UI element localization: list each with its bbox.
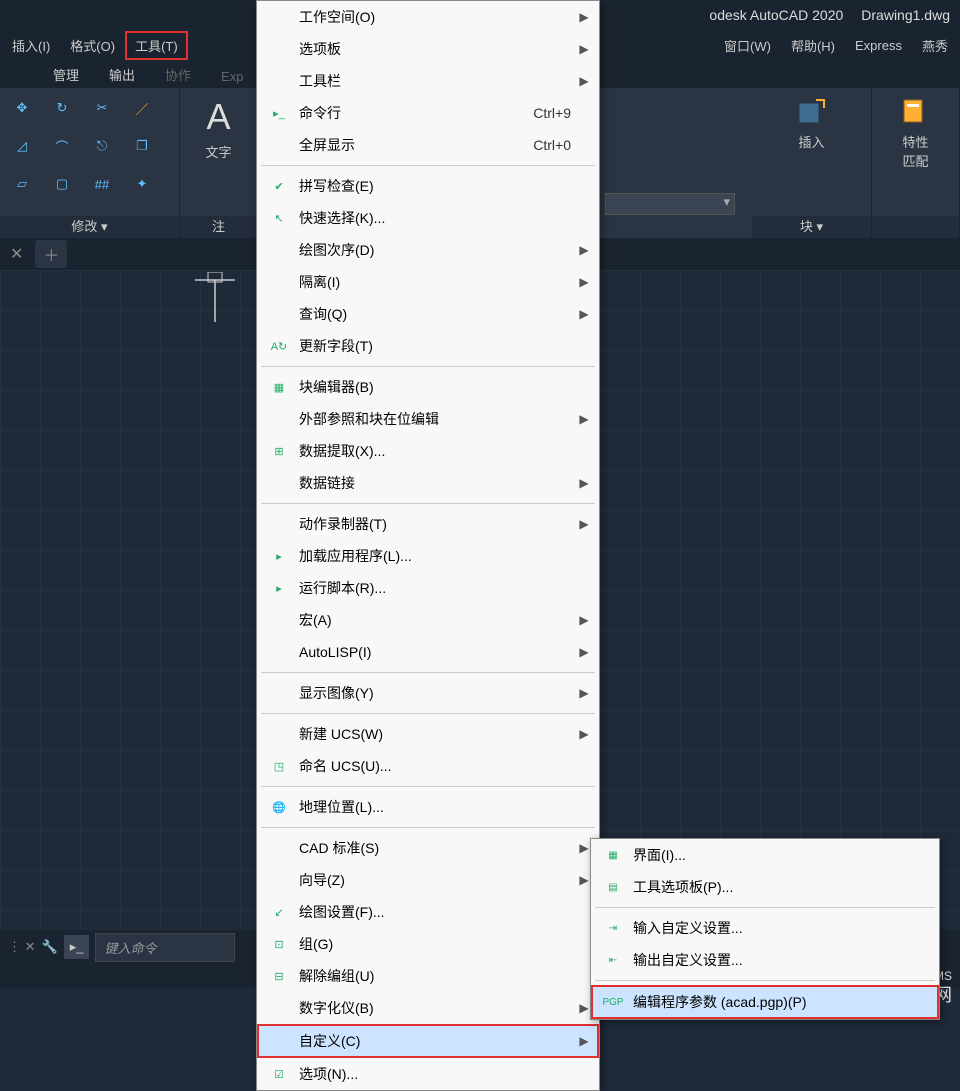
menu-item[interactable]: AutoLISP(I)▶	[257, 636, 599, 668]
move-icon[interactable]: ✥	[6, 92, 38, 124]
menu-item[interactable]: 隔离(I)▶	[257, 266, 599, 298]
tab-manage[interactable]: 管理	[43, 61, 89, 88]
menu-item[interactable]: ⊞数据提取(X)...	[257, 435, 599, 467]
menu-item[interactable]: 动作录制器(T)▶	[257, 508, 599, 540]
menu-item[interactable]: 🌐地理位置(L)...	[257, 791, 599, 823]
rotate-icon[interactable]: ↻	[46, 92, 78, 124]
menu-item[interactable]: ▸运行脚本(R)...	[257, 572, 599, 604]
menu-item[interactable]: 绘图次序(D)▶	[257, 234, 599, 266]
submenu-item[interactable]: ▦界面(I)...	[591, 839, 939, 871]
menu-item[interactable]: ☑选项(N)...	[257, 1058, 599, 1090]
menu-item[interactable]: 向导(Z)▶	[257, 864, 599, 896]
offset-icon[interactable]: ⎋	[86, 130, 118, 162]
menu-item[interactable]: 数字化仪(B)▶	[257, 992, 599, 1024]
close-tab-icon[interactable]: ✕	[10, 244, 23, 264]
panel-text: A 文字 注	[180, 88, 258, 238]
app-title: odesk AutoCAD 2020	[709, 7, 843, 23]
menu-yanxiu[interactable]: 燕秀	[912, 31, 958, 60]
panel-block-label[interactable]: 块 ▾	[752, 216, 871, 238]
menu-item[interactable]: CAD 标准(S)▶	[257, 832, 599, 864]
menu-window[interactable]: 窗口(W)	[714, 31, 781, 60]
cmd-prompt-icon: ▸_	[64, 935, 90, 959]
submenu-item[interactable]: ▤工具选项板(P)...	[591, 871, 939, 903]
panel-annot-label: 注	[180, 216, 257, 238]
tab-output[interactable]: 输出	[99, 61, 145, 88]
menu-item[interactable]: 选项板▶	[257, 33, 599, 65]
menu-item[interactable]: 全屏显示Ctrl+0	[257, 129, 599, 161]
matchprop-button[interactable]: 特性 匹配	[878, 92, 953, 174]
wrench-icon[interactable]: 🔧	[42, 939, 58, 955]
layer-dropdown[interactable]	[605, 193, 735, 215]
command-input[interactable]: 键入命令	[95, 933, 235, 962]
menu-help[interactable]: 帮助(H)	[781, 31, 845, 60]
customize-submenu: ▦界面(I)...▤工具选项板(P)... ⇥输入自定义设置...⇤输出自定义设置…	[590, 838, 940, 1020]
tools-menu: 工作空间(O)▶选项板▶工具栏▶▸_命令行Ctrl+9全屏显示Ctrl+0 ✔拼写…	[256, 0, 600, 1091]
scale-icon[interactable]: ▢	[46, 168, 78, 200]
menu-item[interactable]: 新建 UCS(W)▶	[257, 718, 599, 750]
menu-item[interactable]: ▸加载应用程序(L)...	[257, 540, 599, 572]
menu-item[interactable]: 宏(A)▶	[257, 604, 599, 636]
menu-item[interactable]: A↻更新字段(T)	[257, 330, 599, 362]
explode-icon[interactable]: ✦	[126, 168, 158, 200]
menu-item[interactable]: ▦块编辑器(B)	[257, 371, 599, 403]
menu-item[interactable]: 查询(Q)▶	[257, 298, 599, 330]
menu-item[interactable]: ↖快速选择(K)...	[257, 202, 599, 234]
menu-item[interactable]: ◳命名 UCS(U)...	[257, 750, 599, 782]
submenu-item[interactable]: ⇥输入自定义设置...	[591, 912, 939, 944]
menu-express[interactable]: Express	[845, 33, 912, 58]
add-tab-icon[interactable]: ＋	[35, 240, 67, 268]
cmd-handle-icon[interactable]: ⋮ ✕	[8, 939, 36, 955]
panel-modify: ✥ ↻ ✂ ／ ◿ ⌒ ⎋ ❐ ▱ ▢ ## ✦ 修改 ▾	[0, 88, 180, 238]
panel-block: 插入 块 ▾	[752, 88, 872, 238]
insert-button[interactable]: 插入	[758, 92, 865, 155]
menu-item[interactable]: 工具栏▶	[257, 65, 599, 97]
panel-modify-label[interactable]: 修改 ▾	[0, 216, 179, 238]
menu-item[interactable]: 自定义(C)▶	[257, 1024, 599, 1058]
submenu-item[interactable]: PGP编辑程序参数 (acad.pgp)(P)	[591, 985, 939, 1019]
menu-item[interactable]: ⊟解除编组(U)	[257, 960, 599, 992]
menu-item[interactable]: 工作空间(O)▶	[257, 1, 599, 33]
menu-item[interactable]: ✔拼写检查(E)	[257, 170, 599, 202]
line-icon[interactable]: ／	[126, 92, 158, 124]
text-button[interactable]: A 文字	[186, 92, 251, 165]
stretch-icon[interactable]: ▱	[6, 168, 38, 200]
menu-item[interactable]: 外部参照和块在位编辑▶	[257, 403, 599, 435]
tab-express[interactable]: Exp	[211, 65, 253, 88]
menu-tools[interactable]: 工具(T)	[125, 31, 188, 60]
array-icon[interactable]: ##	[86, 168, 118, 200]
menu-item[interactable]: ▸_命令行Ctrl+9	[257, 97, 599, 129]
file-title: Drawing1.dwg	[861, 7, 950, 23]
panel-props: 特性 匹配	[872, 88, 960, 238]
menu-format[interactable]: 格式(O)	[60, 31, 125, 60]
trim-icon[interactable]: ✂	[86, 92, 118, 124]
cube-icon[interactable]: ❐	[126, 130, 158, 162]
tab-collab[interactable]: 协作	[155, 61, 201, 88]
menu-item[interactable]: 数据链接▶	[257, 467, 599, 499]
fillet-icon[interactable]: ⌒	[46, 130, 78, 162]
menu-item[interactable]: ↙绘图设置(F)...	[257, 896, 599, 928]
mirror-icon[interactable]: ◿	[6, 130, 38, 162]
drawing-shape	[190, 272, 240, 332]
matchprop-label: 特性 匹配	[902, 132, 928, 170]
menu-item[interactable]: 显示图像(Y)▶	[257, 677, 599, 709]
menu-item[interactable]: ⊡组(G)	[257, 928, 599, 960]
submenu-item[interactable]: ⇤输出自定义设置...	[591, 944, 939, 976]
menu-insert[interactable]: 插入(I)	[2, 31, 60, 60]
